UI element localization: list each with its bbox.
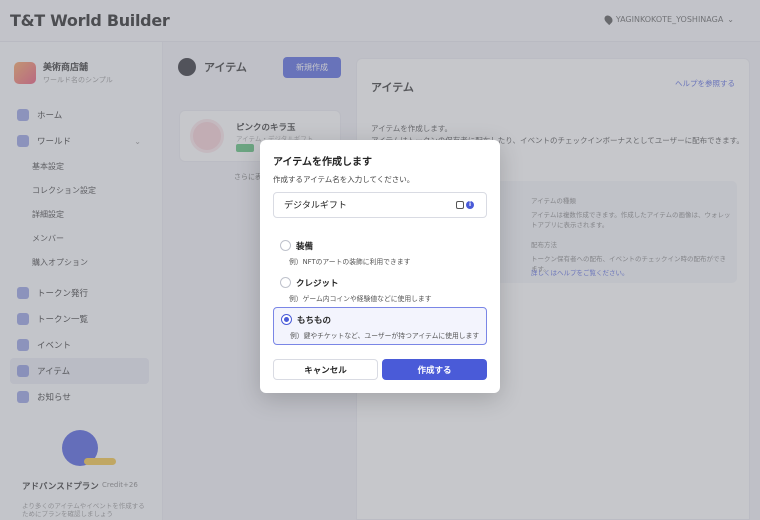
cancel-button[interactable]: キャンセル (273, 359, 378, 380)
create-button[interactable]: 作成する (382, 359, 487, 380)
option-label: もちもの (297, 316, 332, 326)
radio-button[interactable] (280, 277, 291, 288)
create-item-dialog: アイテムを作成します 作成するアイテム名を入力してください。 i 装備 例）NF… (260, 140, 500, 393)
item-type-option-credit[interactable]: クレジット 例）ゲーム内コインや経験値などに使用します (273, 271, 487, 309)
radio-button[interactable] (280, 240, 291, 251)
item-name-input[interactable] (284, 199, 454, 209)
item-type-option-equipment[interactable]: 装備 例）NFTのアートの装飾に利用できます (273, 234, 487, 272)
dialog-title: アイテムを作成します (273, 157, 372, 168)
item-type-option-belongings[interactable]: もちもの 例）鍵やチケットなど、ユーザーが持つアイテムに使用します (273, 307, 487, 345)
option-description: 例）ゲーム内コインや経験値などに使用します (289, 295, 432, 303)
option-label: 装備 (296, 242, 314, 252)
item-name-field[interactable]: i (273, 192, 487, 218)
radio-button-selected[interactable] (281, 314, 292, 325)
info-icon: i (466, 201, 474, 209)
option-description: 例）NFTのアートの装飾に利用できます (289, 258, 411, 266)
lock-icon (456, 201, 464, 209)
password-manager-button[interactable]: i (456, 201, 474, 209)
dialog-description: 作成するアイテム名を入力してください。 (273, 175, 415, 184)
option-description: 例）鍵やチケットなど、ユーザーが持つアイテムに使用します (290, 332, 480, 340)
option-label: クレジット (296, 279, 339, 289)
